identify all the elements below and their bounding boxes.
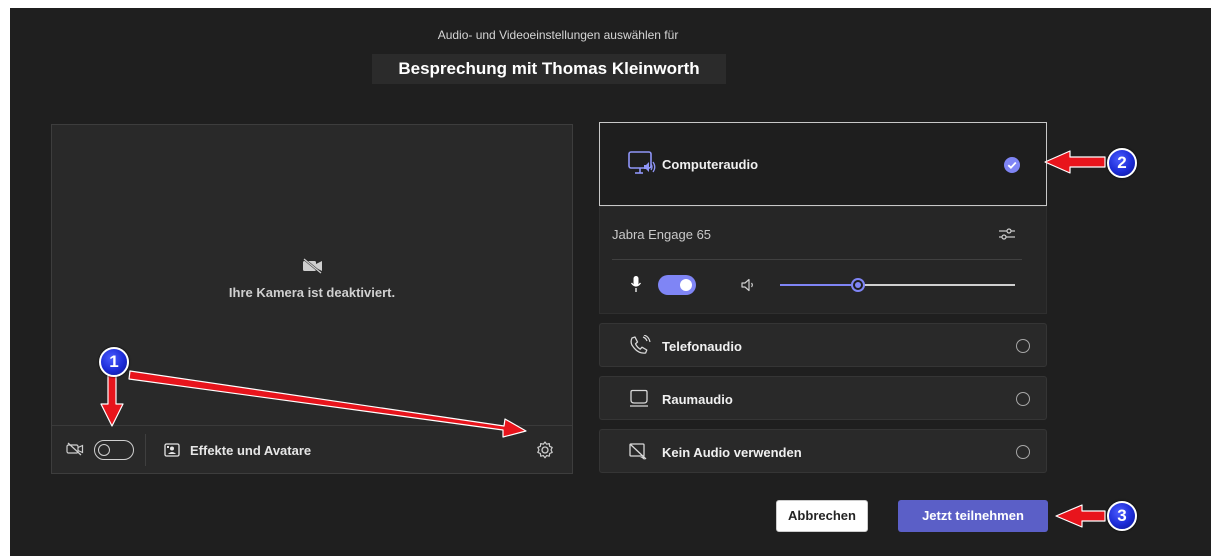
- arrow-3: [1055, 504, 1106, 528]
- join-dialog: Audio- und Videoeinstellungen auswählen …: [10, 8, 1211, 556]
- arrow-2: [1044, 150, 1106, 174]
- arrow-1-down: [100, 373, 124, 427]
- arrow-1-gear: [128, 370, 527, 438]
- callout-badge-1: 1: [99, 347, 129, 377]
- callout-badge-3: 3: [1107, 501, 1137, 531]
- callout-badge-2: 2: [1107, 148, 1137, 178]
- annotation-arrows: [100, 150, 1106, 528]
